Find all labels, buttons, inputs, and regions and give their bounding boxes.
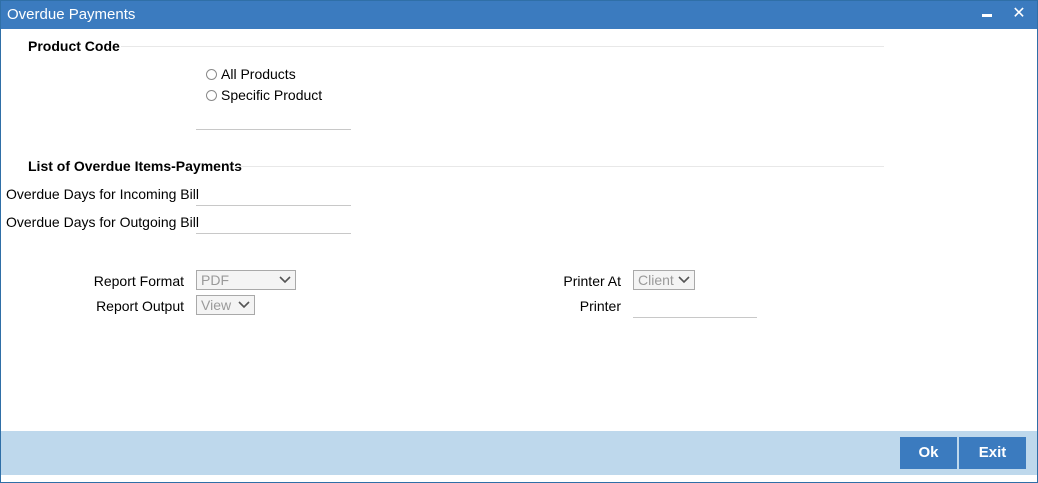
overdue-items-section-title: List of Overdue Items-Payments bbox=[28, 158, 242, 174]
product-code-section-title: Product Code bbox=[28, 38, 120, 54]
report-output-value: View bbox=[201, 297, 232, 313]
printer-at-select[interactable]: Client bbox=[633, 270, 695, 290]
minimize-icon[interactable] bbox=[977, 3, 997, 25]
outgoing-bill-label: Overdue Days for Outgoing Bill bbox=[6, 214, 199, 230]
report-format-value: PDF bbox=[201, 272, 229, 288]
product-code-input[interactable] bbox=[196, 129, 351, 130]
ok-button[interactable]: Ok bbox=[900, 437, 957, 469]
outgoing-bill-days-input[interactable] bbox=[196, 233, 351, 234]
radio-specific-product-label: Specific Product bbox=[221, 87, 323, 103]
section-divider bbox=[235, 166, 884, 167]
window-title: Overdue Payments bbox=[7, 6, 136, 23]
report-output-select[interactable]: View bbox=[196, 295, 255, 315]
printer-input[interactable] bbox=[633, 317, 757, 318]
printer-at-label: Printer At bbox=[563, 273, 621, 289]
section-divider bbox=[121, 46, 884, 47]
radio-specific-product-button[interactable] bbox=[206, 89, 217, 101]
printer-label: Printer bbox=[579, 298, 621, 314]
exit-button[interactable]: Exit bbox=[959, 437, 1026, 469]
report-format-label: Report Format bbox=[93, 273, 184, 289]
report-output-label: Report Output bbox=[96, 298, 184, 314]
radio-all-products-label: All Products bbox=[221, 66, 296, 82]
close-icon[interactable]: ✕ bbox=[1009, 3, 1029, 25]
chevron-down-icon bbox=[279, 276, 291, 284]
radio-all-products[interactable]: All Products bbox=[206, 66, 296, 82]
incoming-bill-days-input[interactable] bbox=[196, 205, 351, 206]
radio-specific-product[interactable]: Specific Product bbox=[206, 87, 322, 103]
title-bar: Overdue Payments ✕ bbox=[1, 1, 1037, 29]
overdue-payments-window: Overdue Payments ✕ Product Code All Prod… bbox=[0, 0, 1038, 483]
chevron-down-icon bbox=[678, 276, 690, 284]
radio-all-products-button[interactable] bbox=[206, 68, 217, 80]
incoming-bill-label: Overdue Days for Incoming Bill bbox=[6, 186, 199, 202]
printer-at-value: Client bbox=[638, 272, 674, 288]
footer-bar: Ok Exit bbox=[1, 431, 1037, 475]
chevron-down-icon bbox=[238, 301, 250, 309]
report-format-select[interactable]: PDF bbox=[196, 270, 296, 290]
